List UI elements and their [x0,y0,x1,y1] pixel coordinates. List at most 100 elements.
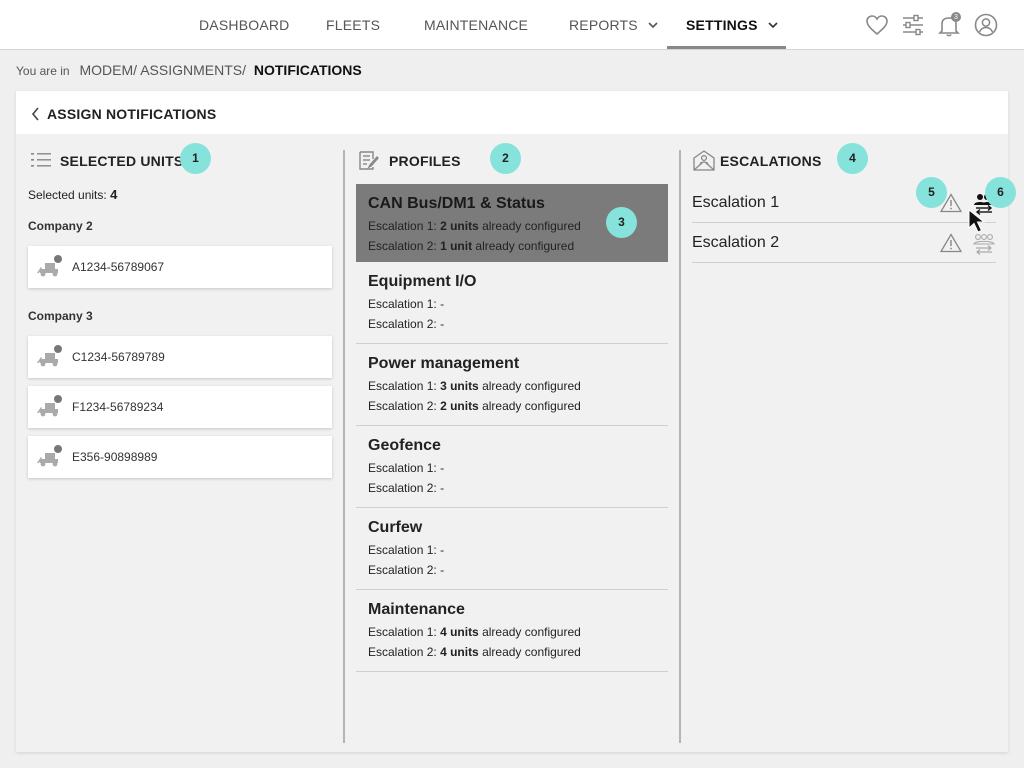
profile-name: Geofence [368,437,441,454]
chevron-down-icon [768,0,778,49]
chevron-left-icon[interactable] [30,107,42,121]
profile-escalation-line: Escalation 2: 2 units already configured [368,399,581,413]
line-label: Escalation 1: [368,543,437,557]
breadcrumb-assignments[interactable]: ASSIGNMENTS/ [140,62,246,78]
line-value: - [440,461,445,475]
profile-name: CAN Bus/DM1 & Status [368,195,545,212]
unit-icon [37,255,62,277]
breadcrumb-current: NOTIFICATIONS [253,62,362,78]
unit-id: C1234-56789789 [72,350,165,364]
line-label: Escalation 2: [368,563,437,577]
line-value: - [440,481,445,495]
user-icon[interactable] [973,12,999,38]
line-value: 1 unit [440,239,473,253]
profile-item[interactable]: Maintenance Escalation 1: 4 units alread… [356,590,668,672]
warning-icon[interactable] [940,233,962,253]
line-label: Escalation 2: [368,399,437,413]
profile-item[interactable]: Geofence Escalation 1: - Escalation 2: - [356,426,668,508]
nav-fleets[interactable]: FLEETS [326,0,380,50]
escalation-name: Escalation 1 [692,194,780,211]
step-badge-5: 5 [916,177,947,208]
step-badge-3: 3 [606,207,637,238]
company-label: Company 3 [28,309,93,323]
breadcrumb: You are in MODEM/ ASSIGNMENTS/ NOTIFICAT… [16,62,362,80]
unit-card[interactable]: F1234-56789234 [28,386,332,428]
unit-icon [37,395,62,417]
escalation-row[interactable]: Escalation 2 [692,223,996,263]
units-count-value: 4 [110,187,118,202]
escalation-row[interactable]: Escalation 1 [692,183,996,223]
nav-maintenance[interactable]: MAINTENANCE [424,0,528,50]
profile-escalation-line: Escalation 2: - [368,563,444,577]
nav-reports[interactable]: REPORTS [569,0,658,50]
step-badge-2: 2 [490,143,521,174]
line-value: 2 units [440,399,479,413]
unit-id: F1234-56789234 [72,400,164,414]
line-value: - [440,317,445,331]
line-label: Escalation 2: [368,645,437,659]
line-value: 2 units [440,219,479,233]
unit-id: A1234-56789067 [72,260,165,274]
line-label: Escalation 1: [368,625,437,639]
profile-item[interactable]: Curfew Escalation 1: - Escalation 2: - [356,508,668,590]
line-value: 4 units [440,625,479,639]
step-badge-1: 1 [180,143,211,174]
profile-escalation-line: Escalation 2: 1 unit already configured [368,239,574,253]
unit-card[interactable]: E356-90898989 [28,436,332,478]
line-label: Escalation 1: [368,219,437,233]
profile-item[interactable]: Power management Escalation 1: 3 units a… [356,344,668,426]
profile-item[interactable]: Equipment I/O Escalation 1: - Escalation… [356,262,668,344]
line-label: Escalation 1: [368,379,437,393]
heart-icon[interactable] [864,12,890,38]
line-label: Escalation 1: [368,297,437,311]
profile-escalation-line: Escalation 1: - [368,543,444,557]
line-suffix: already configured [482,645,581,659]
edit-doc-icon [359,151,379,170]
profile-escalation-line: Escalation 1: 3 units already configured [368,379,581,393]
line-value: 3 units [440,379,479,393]
nav-reports-label: REPORTS [569,17,638,33]
profile-escalation-line: Escalation 1: 4 units already configured [368,625,581,639]
unit-card[interactable]: A1234-56789067 [28,246,332,288]
top-navigation-bar: DASHBOARD FLEETS MAINTENANCE REPORTS SET… [0,0,1024,50]
line-value: - [440,543,445,557]
unit-id: E356-90898989 [72,450,158,464]
profile-escalation-line: Escalation 2: - [368,317,444,331]
line-label: Escalation 2: [368,317,437,331]
column-divider [343,150,345,743]
nav-settings-label: SETTINGS [686,17,758,33]
envelope-user-icon [693,150,715,171]
chevron-down-icon [648,0,658,49]
notification-count-badge: 3 [954,14,958,21]
column-divider [679,150,681,743]
profile-name: Maintenance [368,601,465,618]
nav-dashboard[interactable]: DASHBOARD [199,0,289,50]
units-count-label: Selected units: [28,188,107,202]
line-suffix: already configured [482,399,581,413]
profile-name: Curfew [368,519,423,536]
escalations-heading: ESCALATIONS [720,153,822,169]
breadcrumb-prefix: You are in [16,64,70,78]
profile-escalation-line: Escalation 2: 4 units already configured [368,645,581,659]
nav-settings[interactable]: SETTINGS [667,0,786,49]
card-header: ASSIGN NOTIFICATIONS [16,91,1008,134]
profile-escalation-line: Escalation 1: - [368,297,444,311]
profiles-heading: PROFILES [389,153,461,169]
line-suffix: already configured [482,625,581,639]
escalation-name: Escalation 2 [692,234,780,251]
unit-card[interactable]: C1234-56789789 [28,336,332,378]
line-suffix: already configured [482,379,581,393]
list-icon [31,153,51,167]
line-label: Escalation 1: [368,461,437,475]
breadcrumb-modem[interactable]: MODEM/ [80,62,138,78]
line-label: Escalation 2: [368,481,437,495]
profile-name: Equipment I/O [368,273,477,290]
sliders-icon[interactable] [900,12,926,38]
line-suffix: already configured [475,239,575,253]
line-suffix: already configured [482,219,581,233]
selected-units-count: Selected units: 4 [28,187,117,202]
profile-escalation-line: Escalation 1: 2 units already configured [368,219,581,233]
page-title: ASSIGN NOTIFICATIONS [47,106,217,122]
line-label: Escalation 2: [368,239,437,253]
assign-notifications-card: ASSIGN NOTIFICATIONS SELECTED UNITS 1 Se… [16,91,1016,752]
